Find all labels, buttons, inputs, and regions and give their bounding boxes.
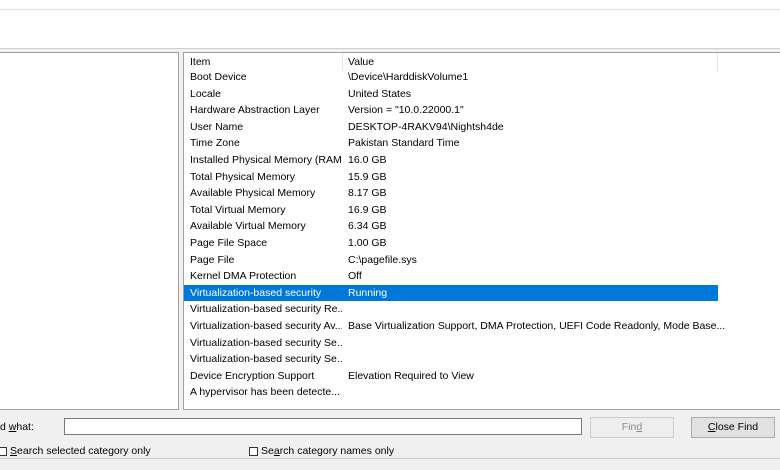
table-row[interactable]: Virtualization-based security Running <box>184 284 718 302</box>
table-row[interactable]: Boot Device \Device\HarddiskVolume1 <box>184 69 780 86</box>
search-category-names-checkbox[interactable]: Search category names only <box>249 445 394 457</box>
checkbox-label: Search category names only <box>261 445 395 457</box>
row-item-name: Virtualization-based security <box>190 286 322 299</box>
row-item-name: Available Virtual Memory <box>190 220 306 233</box>
row-item-value: 6.34 GB <box>348 220 387 233</box>
row-item-value: 16.0 GB <box>348 153 387 166</box>
table-row[interactable]: Time Zone Pakistan Standard Time <box>184 135 780 152</box>
row-item-name: Hardware Abstraction Layer <box>190 104 320 117</box>
table-row[interactable]: Available Virtual Memory 6.34 GB <box>184 218 780 235</box>
row-item-value: 1.00 GB <box>348 236 387 249</box>
row-item-value: Base Virtualization Support, DMA Protect… <box>348 319 726 332</box>
table-row[interactable]: Kernel DMA Protection Off <box>184 268 780 285</box>
checkbox-box[interactable] <box>0 446 7 456</box>
row-item-name: Available Physical Memory <box>190 187 316 200</box>
row-item-value: Running <box>348 286 388 299</box>
row-item-name: Installed Physical Memory (RAM) <box>190 153 342 166</box>
find-what-label: d what: <box>0 421 34 433</box>
row-item-value: United States <box>348 87 412 100</box>
row-item-name: Page File Space <box>190 236 268 249</box>
divider <box>0 458 780 459</box>
search-selected-category-checkbox[interactable]: Search selected category only <box>0 445 151 457</box>
row-item-name: Kernel DMA Protection <box>190 270 297 283</box>
table-row[interactable]: A hypervisor has been detecte... <box>184 384 780 401</box>
row-item-name: Locale <box>190 87 221 100</box>
table-row[interactable]: Locale United States <box>184 86 780 103</box>
row-item-value: 8.17 GB <box>348 187 387 200</box>
category-tree[interactable] <box>0 52 179 410</box>
row-item-value: 15.9 GB <box>348 170 387 183</box>
table-row[interactable]: Total Virtual Memory 16.9 GB <box>184 202 780 219</box>
list-rows: Boot Device \Device\HarddiskVolume1 Locale… <box>184 69 780 401</box>
table-row[interactable]: Page File Space 1.00 GB <box>184 235 780 252</box>
menu-bar <box>0 0 780 10</box>
title-area <box>0 10 780 49</box>
row-item-value: 16.9 GB <box>348 203 387 216</box>
row-item-value: Version = "10.0.22000.1" <box>348 104 464 117</box>
table-row[interactable]: Hardware Abstraction Layer Version = "10.… <box>184 102 780 119</box>
row-item-value: C:\pagefile.sys <box>348 253 417 266</box>
table-row[interactable]: Virtualization-based security Re... <box>184 301 780 318</box>
row-item-value: DESKTOP-4RAKV94\Nightsh4de <box>348 120 504 133</box>
table-row[interactable]: Device Encryption Support Elevation Requi… <box>184 368 780 385</box>
row-item-name: Page File <box>190 253 235 266</box>
table-row[interactable]: Virtualization-based security Av... Base … <box>184 318 780 335</box>
list-header: Item Value <box>184 53 780 71</box>
checkbox-label: Search selected category only <box>10 445 151 457</box>
table-row[interactable]: Page File C:\pagefile.sys <box>184 252 780 269</box>
row-item-name: Boot Device <box>190 71 247 83</box>
table-row[interactable]: User Name DESKTOP-4RAKV94\Nightsh4de <box>184 119 780 136</box>
row-item-name: Total Physical Memory <box>190 170 296 183</box>
table-row[interactable]: Virtualization-based security Se... <box>184 335 780 352</box>
row-item-name: Virtualization-based security Se... <box>190 353 342 366</box>
row-item-name: Virtualization-based security Se... <box>190 336 342 349</box>
row-item-value: Off <box>348 270 362 283</box>
table-row[interactable]: Installed Physical Memory (RAM) 16.0 GB <box>184 152 780 169</box>
row-item-name: User Name <box>190 120 244 133</box>
row-item-value: Pakistan Standard Time <box>348 137 460 150</box>
row-item-name: Time Zone <box>190 137 240 150</box>
find-what-input[interactable] <box>64 418 582 435</box>
row-item-name: Virtualization-based security Re... <box>190 303 342 316</box>
table-row[interactable]: Total Physical Memory 15.9 GB <box>184 169 780 186</box>
row-item-name: Virtualization-based security Av... <box>190 319 342 332</box>
row-item-value: Elevation Required to View <box>348 369 474 382</box>
row-item-name: A hypervisor has been detecte... <box>190 386 341 399</box>
table-row[interactable]: Virtualization-based security Se... <box>184 351 780 368</box>
find-button[interactable]: Find <box>590 417 674 438</box>
table-row[interactable]: Available Physical Memory 8.17 GB <box>184 185 780 202</box>
row-item-name: Device Encryption Support <box>190 369 315 382</box>
find-bar: d what: Find Close Find Search selected … <box>0 413 780 470</box>
close-find-button[interactable]: Close Find <box>691 417 775 438</box>
row-item-value: \Device\HarddiskVolume1 <box>348 71 469 83</box>
details-list[interactable]: Item Value Boot Device \Device\HarddiskVo… <box>183 52 780 410</box>
checkbox-box[interactable] <box>249 446 258 456</box>
row-item-name: Total Virtual Memory <box>190 203 286 216</box>
